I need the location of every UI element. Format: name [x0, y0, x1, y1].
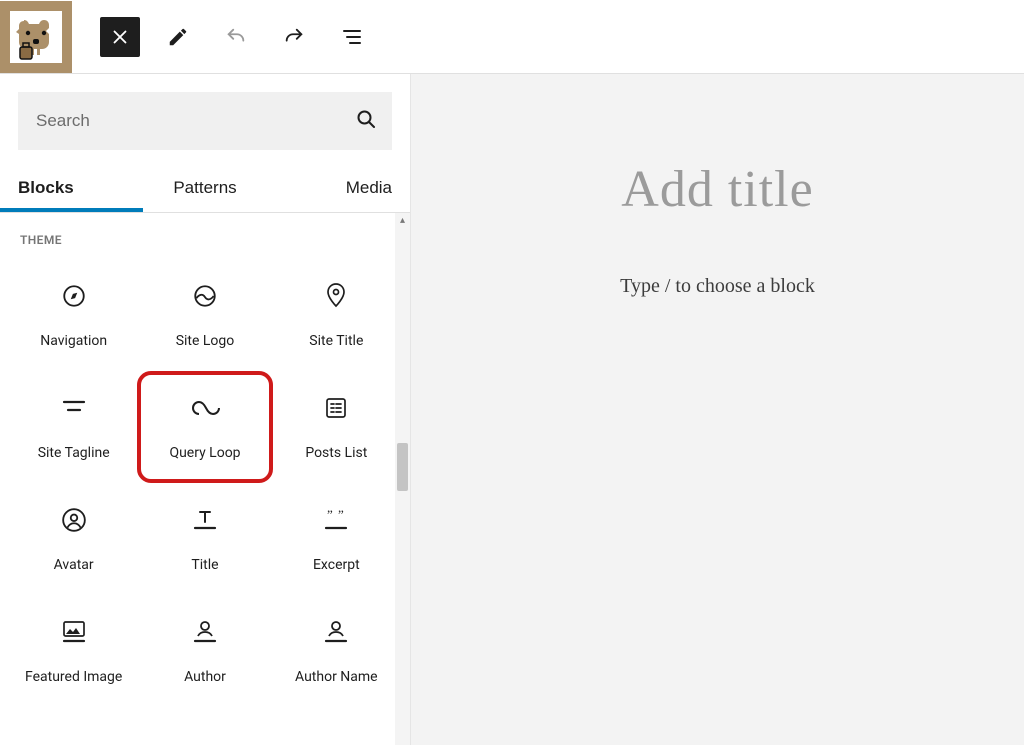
block-label: Site Logo: [176, 333, 235, 351]
block-label: Navigation: [40, 333, 107, 351]
block-inserter-panel: Blocks Patterns Media THEME Navigation S…: [0, 74, 410, 745]
block-label: Avatar: [54, 557, 94, 575]
svg-text:”: ”: [338, 508, 344, 522]
block-label: Featured Image: [25, 669, 122, 687]
svg-text:”: ”: [327, 508, 333, 522]
redo-button[interactable]: [274, 17, 314, 57]
block-label: Site Title: [309, 333, 363, 351]
tab-blocks[interactable]: Blocks: [0, 162, 143, 212]
inserter-tabs: Blocks Patterns Media: [0, 162, 410, 213]
block-label: Site Tagline: [38, 445, 110, 463]
site-logo-button[interactable]: [0, 1, 72, 73]
close-icon: [109, 26, 131, 48]
document-overview-button[interactable]: [332, 17, 372, 57]
theme-blocks-grid: Navigation Site Logo Site Title: [6, 253, 404, 703]
list-view-icon: [340, 25, 364, 49]
inserter-scrollbar[interactable]: ▴: [395, 213, 410, 745]
block-posts-list[interactable]: Posts List: [273, 375, 400, 479]
block-excerpt[interactable]: ”” Excerpt: [273, 487, 400, 591]
title-icon: [192, 503, 218, 537]
block-label: Query Loop: [169, 445, 240, 463]
editor-canvas[interactable]: Add title Type / to choose a block: [410, 74, 1024, 745]
close-inserter-button[interactable]: [100, 17, 140, 57]
toolbar: [72, 17, 372, 57]
tagline-icon: [61, 391, 87, 425]
block-featured-image[interactable]: Featured Image: [10, 599, 137, 703]
tab-patterns[interactable]: Patterns: [143, 162, 268, 212]
edit-tool-button[interactable]: [158, 17, 198, 57]
block-site-tagline[interactable]: Site Tagline: [10, 375, 137, 479]
author-icon: [192, 615, 218, 649]
undo-icon: [223, 26, 249, 48]
block-author-name[interactable]: Author Name: [273, 599, 400, 703]
block-label: Excerpt: [313, 557, 360, 575]
post-body-placeholder[interactable]: Type / to choose a block: [438, 275, 998, 298]
block-label: Title: [191, 557, 218, 575]
block-navigation[interactable]: Navigation: [10, 263, 137, 367]
author-name-icon: [323, 615, 349, 649]
undo-button[interactable]: [216, 17, 256, 57]
avatar-icon: [61, 503, 87, 537]
posts-list-icon: [324, 391, 348, 425]
editor-topbar: [0, 0, 1024, 74]
scroll-thumb[interactable]: [397, 443, 408, 491]
scroll-up-arrow-icon[interactable]: ▴: [397, 215, 408, 226]
block-query-loop[interactable]: Query Loop: [141, 375, 268, 479]
map-pin-icon: [324, 279, 348, 313]
search-icon: [354, 107, 378, 135]
featured-image-icon: [61, 615, 87, 649]
tab-media[interactable]: Media: [267, 162, 410, 212]
post-title-input[interactable]: Add title: [438, 160, 998, 219]
block-avatar[interactable]: Avatar: [10, 487, 137, 591]
category-label-theme: THEME: [6, 213, 404, 253]
loop-icon: [190, 391, 220, 425]
block-site-logo[interactable]: Site Logo: [141, 263, 268, 367]
redo-icon: [281, 26, 307, 48]
block-title[interactable]: Title: [141, 487, 268, 591]
site-logo-icon: [192, 279, 218, 313]
block-search-input[interactable]: [18, 92, 392, 150]
pencil-icon: [167, 26, 189, 48]
block-label: Author: [184, 669, 226, 687]
compass-icon: [61, 279, 87, 313]
dog-logo-icon: [10, 11, 62, 63]
block-author[interactable]: Author: [141, 599, 268, 703]
excerpt-icon: ””: [323, 503, 349, 537]
block-label: Posts List: [305, 445, 367, 463]
blocks-scroll-region[interactable]: THEME Navigation Site Logo: [0, 213, 410, 745]
block-site-title[interactable]: Site Title: [273, 263, 400, 367]
block-label: Author Name: [295, 669, 378, 687]
